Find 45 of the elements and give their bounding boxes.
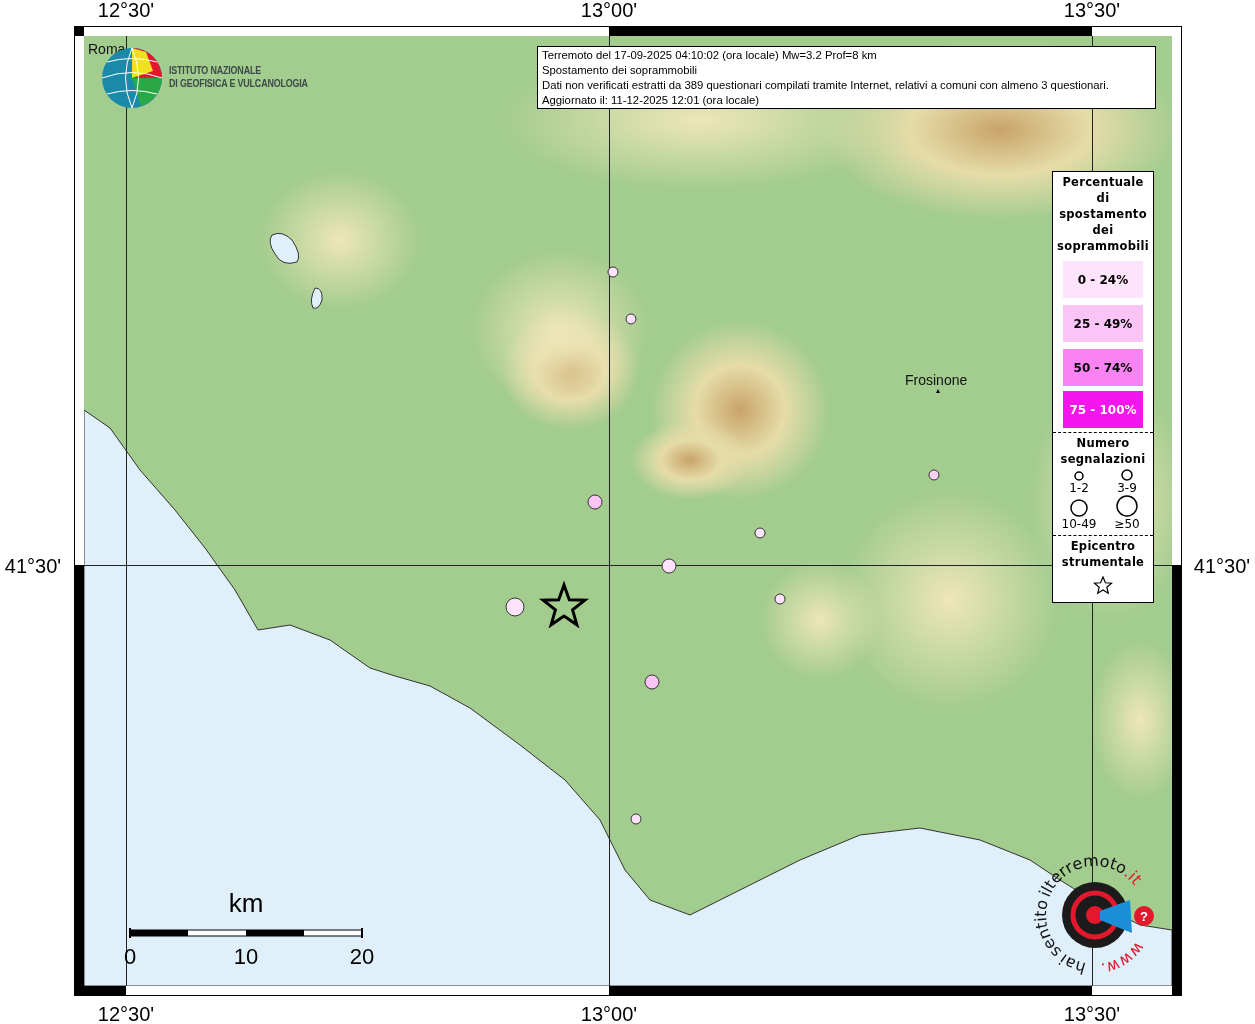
longitude-label: 12°30' — [97, 0, 155, 22]
latitude-label: 41°30' — [4, 554, 62, 578]
latitude-label: 41°30' — [1193, 554, 1251, 578]
star-icon — [1093, 576, 1113, 596]
legend-title: di — [1096, 190, 1110, 206]
legend-title: spostamento — [1059, 206, 1147, 222]
legend-swatch: 25 - 49% — [1063, 305, 1143, 342]
size-label: 10-49 — [1061, 517, 1097, 531]
help-badge: ? — [1134, 906, 1154, 926]
lake-shape — [310, 287, 323, 309]
legend-title: dei — [1092, 222, 1114, 238]
longitude-label: 13°00' — [580, 0, 638, 22]
longitude-label: 12°30' — [97, 1002, 155, 1024]
legend-title: Percentuale — [1062, 174, 1144, 190]
legend-title: segnalazioni — [1060, 451, 1146, 467]
legend-swatch: 75 - 100% — [1063, 391, 1143, 428]
scale-tick-label: 10 — [233, 944, 259, 970]
institute-name: DI GEOFISICA E VULCANOLOGIA — [169, 77, 308, 90]
circle-icon — [1074, 471, 1084, 481]
legend-swatch: 50 - 74% — [1063, 349, 1143, 386]
institute-name: ISTITUTO NAZIONALE — [169, 64, 262, 77]
size-label: 3-9 — [1117, 481, 1137, 495]
longitude-label: 13°00' — [580, 1002, 638, 1024]
legend-title: soprammobili — [1057, 238, 1149, 254]
city-label: Frosinone — [905, 372, 968, 388]
info-text: Spostamento dei soprammobili — [542, 63, 699, 78]
info-text: Aggiornato il: 11-12-2025 12:01 (ora locale) — [542, 93, 761, 108]
epicenter-star — [538, 580, 590, 629]
scale-tick-label: 20 — [349, 944, 375, 970]
legend-title: strumentale — [1061, 554, 1145, 570]
size-label: 1-2 — [1069, 481, 1089, 495]
circle-icon — [1070, 499, 1088, 517]
info-text: Terremoto del 17-09-2025 04:10:02 (ora locale) Mw=3.2 Prof=8 km — [542, 48, 878, 63]
circle-icon — [1116, 495, 1138, 517]
longitude-label: 13°30' — [1063, 0, 1121, 22]
scale-unit: km — [228, 888, 264, 919]
info-text: Dati non verificati estratti da 389 questionari compilati tramite Internet, relativi a comuni con almeno 3 questionari. — [542, 78, 1110, 93]
legend-title: Numero — [1076, 435, 1130, 451]
circle-icon — [1121, 469, 1133, 481]
lake-shape — [269, 232, 300, 264]
legend-swatch: 0 - 24% — [1063, 261, 1143, 298]
city-icon — [936, 389, 940, 393]
size-label: ≥50 — [1114, 517, 1140, 531]
legend-title: Epicentro — [1070, 538, 1136, 554]
longitude-label: 13°30' — [1063, 1002, 1121, 1024]
